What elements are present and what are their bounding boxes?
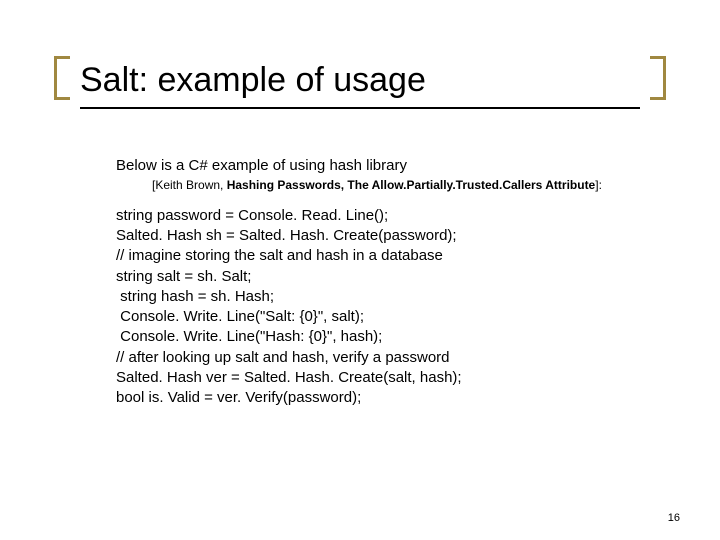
- intro-text: Below is a C# example of using hash libr…: [116, 157, 640, 174]
- code-line: string salt = sh. Salt;: [116, 267, 640, 287]
- content-block: Below is a C# example of using hash libr…: [80, 157, 640, 409]
- code-line: bool is. Valid = ver. Verify(password);: [116, 388, 640, 408]
- code-line: Salted. Hash sh = Salted. Hash. Create(p…: [116, 226, 640, 246]
- code-line: // imagine storing the salt and hash in …: [116, 246, 640, 266]
- bracket-right-icon: [650, 56, 666, 100]
- code-line: Console. Write. Line("Hash: {0}", hash);: [116, 327, 640, 347]
- code-line: string hash = sh. Hash;: [116, 287, 640, 307]
- citation-prefix: [Keith Brown,: [152, 178, 227, 192]
- page-number: 16: [668, 512, 680, 524]
- code-line: Console. Write. Line("Salt: {0}", salt);: [116, 307, 640, 327]
- slide: Salt: example of usage Below is a C# exa…: [0, 0, 720, 540]
- citation-text: [Keith Brown, Hashing Passwords, The All…: [152, 178, 640, 192]
- code-block: string password = Console. Read. Line();…: [116, 206, 640, 409]
- code-line: // after looking up salt and hash, verif…: [116, 348, 640, 368]
- citation-suffix: ]:: [595, 178, 602, 192]
- citation-bold: Hashing Passwords, The Allow.Partially.T…: [227, 178, 596, 192]
- code-line: string password = Console. Read. Line();: [116, 206, 640, 226]
- title-block: Salt: example of usage: [80, 60, 640, 109]
- bracket-left-icon: [54, 56, 70, 100]
- slide-title: Salt: example of usage: [80, 60, 640, 109]
- code-line: Salted. Hash ver = Salted. Hash. Create(…: [116, 368, 640, 388]
